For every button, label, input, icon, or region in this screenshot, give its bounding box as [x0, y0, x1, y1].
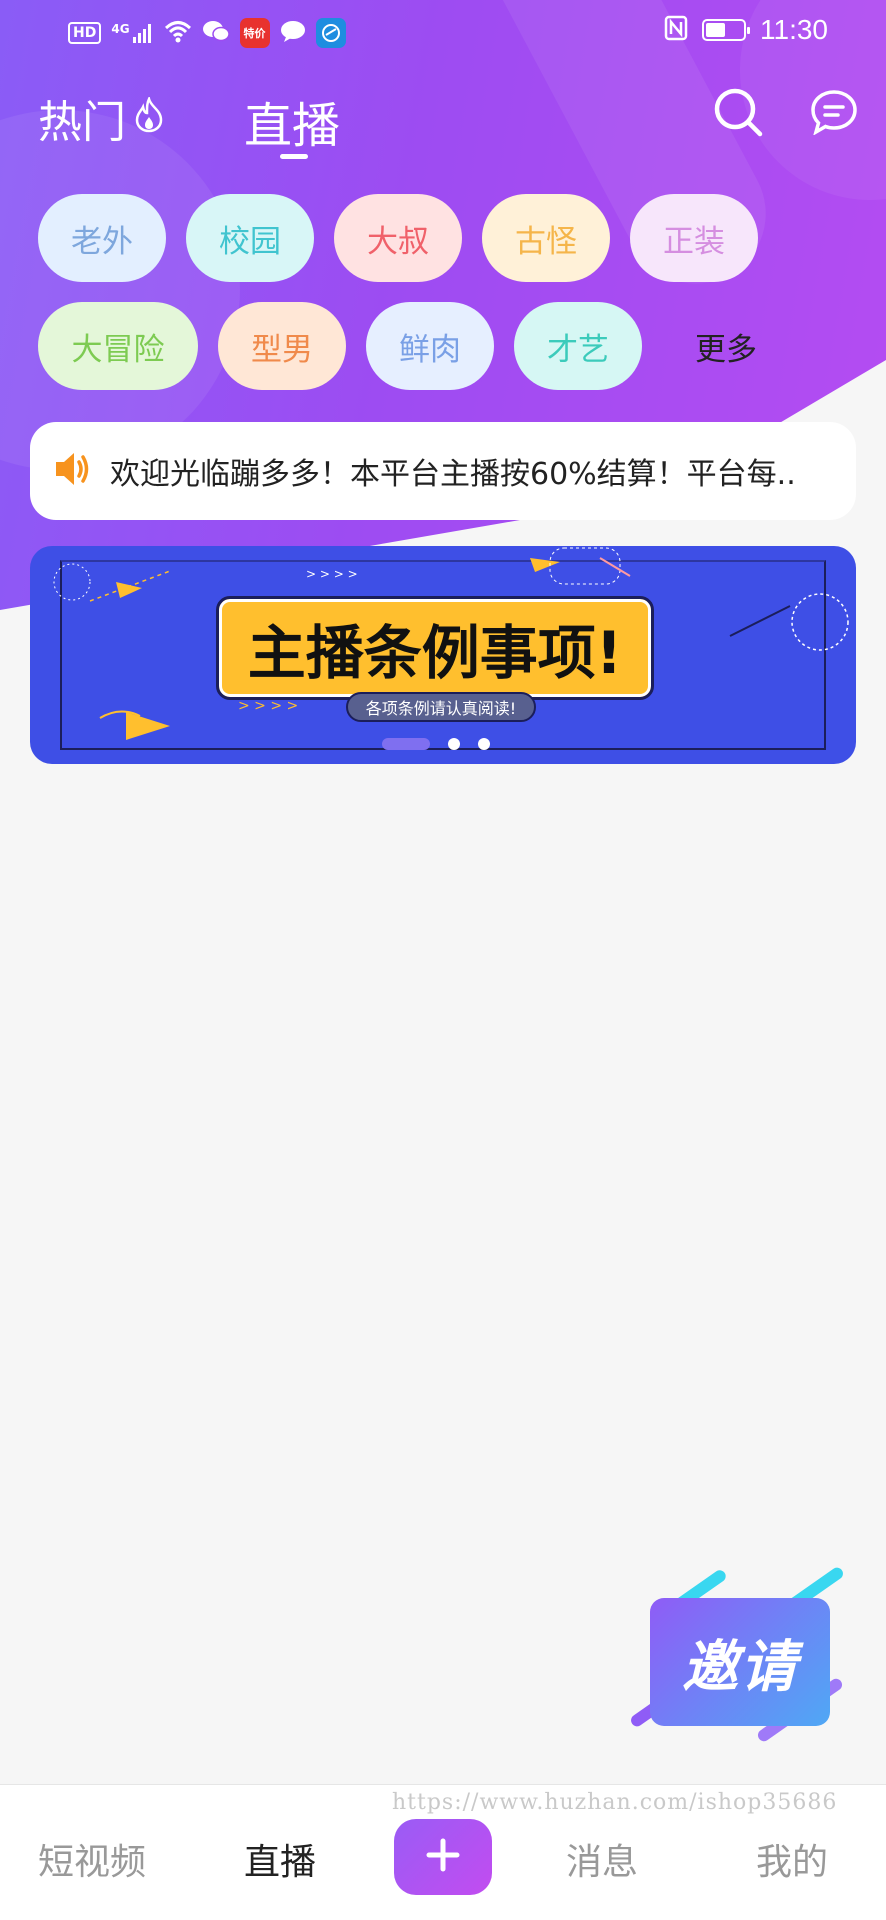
active-tab-indicator	[280, 154, 308, 159]
chat-notification-icon	[280, 19, 306, 47]
carousel-dot-active[interactable]	[382, 738, 430, 750]
category-chip[interactable]: 型男	[218, 302, 346, 390]
clock: 11:30	[760, 14, 828, 45]
category-chip[interactable]: 鲜肉	[366, 302, 494, 390]
tab-hot[interactable]: 热门	[38, 86, 164, 150]
nav-short-video[interactable]: 短视频	[38, 1833, 146, 1885]
announcement-text: 欢迎光临蹦多多！本平台主播按60%结算！平台每..	[110, 457, 796, 492]
category-chip[interactable]: 大叔	[334, 194, 462, 282]
banner-subtitle: 各项条例请认真阅读!	[346, 692, 536, 722]
status-bar: HD 4G 特价 11:30	[0, 0, 886, 66]
app-badge-icon: 特价	[239, 18, 270, 48]
invite-button[interactable]: 邀请	[628, 1565, 850, 1750]
nav-live[interactable]: 直播	[244, 1833, 316, 1885]
category-chip[interactable]: 校园	[186, 194, 314, 282]
network-type: 4G	[111, 22, 130, 36]
browser-app-icon	[315, 18, 346, 48]
banner-title: 主播条例事项!	[216, 596, 654, 700]
top-nav: 热门 直播	[0, 80, 886, 160]
nfc-icon	[664, 15, 688, 45]
svg-text:> > > >: > > > >	[238, 698, 298, 714]
carousel-dot[interactable]	[478, 738, 490, 750]
battery-icon	[702, 19, 750, 41]
banner-carousel[interactable]: > > > > > > > > 主播条例事项! 各项条例请认真阅读!	[30, 546, 856, 764]
messages-button[interactable]	[806, 86, 862, 142]
message-bubble-icon	[810, 89, 858, 139]
wifi-icon	[164, 19, 192, 47]
category-chip[interactable]: 才艺	[514, 302, 642, 390]
category-chip[interactable]: 古怪	[482, 194, 610, 282]
svg-text:> > > >: > > > >	[306, 567, 358, 581]
invite-label: 邀请	[650, 1598, 830, 1726]
search-icon	[712, 86, 764, 142]
category-chip[interactable]: 老外	[38, 194, 166, 282]
category-chip[interactable]: 大冒险	[38, 302, 198, 390]
category-chip[interactable]: 正装	[630, 194, 758, 282]
tab-live[interactable]: 直播	[244, 86, 340, 156]
signal-icon: 4G	[111, 22, 153, 44]
nav-profile[interactable]: 我的	[756, 1833, 828, 1885]
plus-icon	[423, 1835, 463, 1879]
tab-hot-label: 热门	[38, 97, 126, 148]
flame-icon	[134, 93, 164, 144]
hd-indicator: HD	[68, 22, 102, 44]
more-categories-button[interactable]: 更多	[662, 302, 790, 390]
wechat-icon	[202, 19, 230, 47]
announcement-bar[interactable]: 欢迎光临蹦多多！本平台主播按60%结算！平台每..	[30, 422, 856, 520]
create-button[interactable]	[394, 1819, 492, 1895]
carousel-indicator	[382, 738, 490, 750]
speaker-icon	[52, 449, 94, 493]
carousel-dot[interactable]	[448, 738, 460, 750]
watermark: https://www.huzhan.com/ishop35686	[392, 1790, 838, 1815]
search-button[interactable]	[710, 86, 766, 142]
nav-messages[interactable]: 消息	[566, 1833, 638, 1885]
